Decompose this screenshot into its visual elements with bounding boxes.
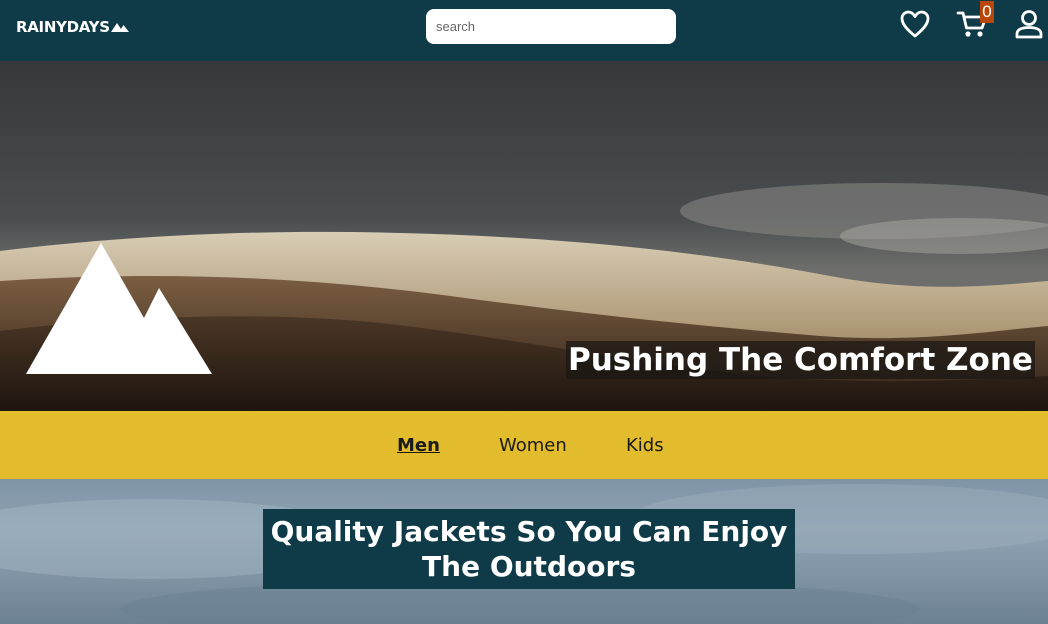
search-input[interactable]	[426, 9, 676, 44]
banner-title-line-1: Quality Jackets So You Can Enjoy	[270, 515, 788, 548]
heart-icon[interactable]	[899, 9, 931, 39]
hero-title: Pushing The Comfort Zone	[566, 341, 1035, 379]
banner-title-line-2: The Outdoors	[422, 550, 636, 583]
category-men-link[interactable]: Men	[397, 435, 440, 457]
outdoors-banner: Quality Jackets So You Can Enjoy The Out…	[0, 479, 1048, 624]
hero-banner: Pushing The Comfort Zone	[0, 61, 1048, 411]
mountain-icon	[26, 243, 212, 374]
mountains-icon	[110, 23, 129, 32]
category-nav: Men Women Kids	[0, 411, 1048, 479]
category-kids-link[interactable]: Kids	[626, 435, 664, 457]
logo[interactable]: RAINYDAYS	[16, 18, 130, 36]
logo-text: RAINYDAYS	[16, 18, 110, 36]
banner-title: Quality Jackets So You Can Enjoy The Out…	[263, 509, 795, 589]
category-women-link[interactable]: Women	[499, 435, 567, 457]
user-icon[interactable]	[1014, 9, 1044, 39]
site-header: RAINYDAYS 0	[0, 0, 1048, 61]
cart-count-badge: 0	[980, 1, 994, 23]
